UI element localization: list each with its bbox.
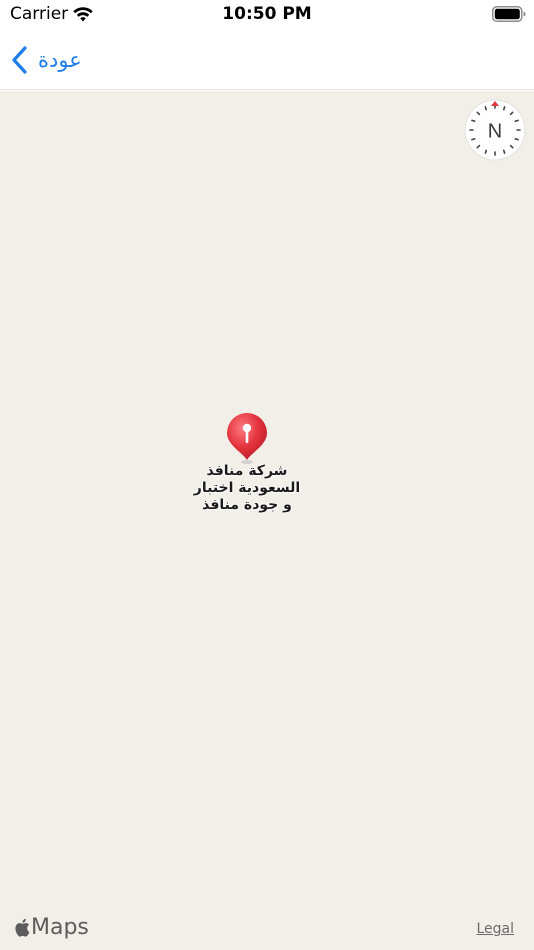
pin-label-line: و جودة منافذ: [202, 497, 292, 513]
back-button-label: عودة: [38, 48, 82, 72]
compass-icon[interactable]: N: [464, 99, 526, 161]
app-screen: Carrier 10:50 PM عودة N شركة منافذ السعو…: [0, 0, 534, 950]
chevron-left-icon: [12, 46, 27, 74]
maps-attribution: Maps: [14, 915, 89, 940]
nav-divider: [0, 89, 534, 90]
compass-letter: N: [488, 121, 502, 143]
back-button[interactable]: عودة: [10, 40, 82, 80]
status-time: 10:50 PM: [222, 4, 312, 24]
maps-attribution-text: Maps: [31, 915, 89, 940]
battery-icon: [492, 6, 526, 22]
status-bar: Carrier 10:50 PM: [0, 0, 534, 30]
navigation-bar: عودة: [0, 30, 534, 90]
pin-label-line: شركة منافذ: [206, 463, 288, 479]
pin-label-line: السعودية اختبار: [193, 480, 301, 496]
apple-logo-icon: [15, 918, 30, 937]
legal-link[interactable]: Legal: [476, 921, 514, 937]
map-view[interactable]: N شركة منافذ السعودية اختبار و جودة مناف…: [0, 91, 534, 950]
location-pin-icon[interactable]: [225, 413, 269, 465]
location-pin-label: شركة منافذ السعودية اختبار و جودة منافذ: [150, 463, 344, 514]
